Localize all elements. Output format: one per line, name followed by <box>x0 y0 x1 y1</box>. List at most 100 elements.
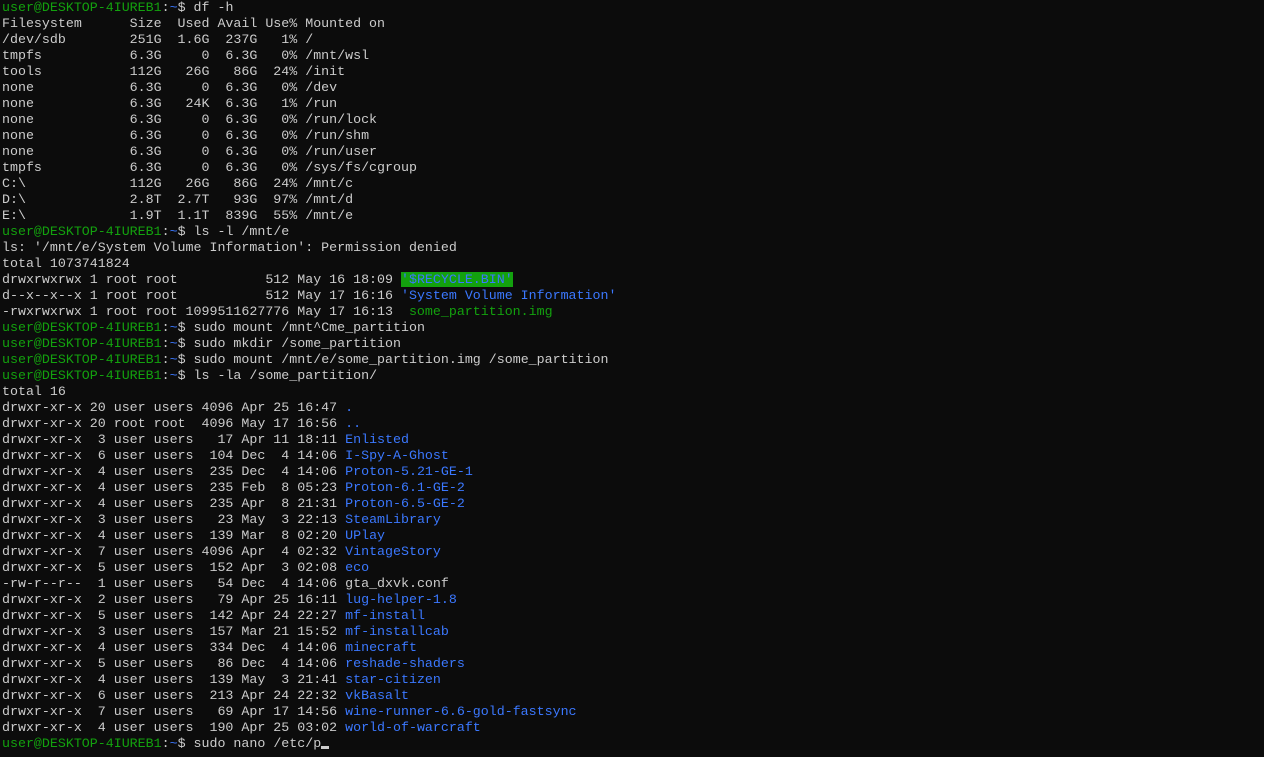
ls-entry: drwxr-xr-x 6 user users 104 Dec 4 14:06 … <box>2 448 1262 464</box>
prompt-user-host: user@DESKTOP-4IUREB1 <box>2 224 162 239</box>
output-text: none 6.3G 24K 6.3G 1% /run <box>2 96 338 111</box>
command-text: sudo mkdir /some_partition <box>193 336 401 351</box>
entry-metadata: drwxr-xr-x 5 user users 152 Apr 3 02:08 <box>2 560 346 575</box>
ls-entry: drwxr-xr-x 4 user users 139 May 3 21:41 … <box>2 672 1262 688</box>
entry-name: Enlisted <box>345 432 409 447</box>
entry-metadata: drwxr-xr-x 5 user users 86 Dec 4 14:06 <box>2 656 346 671</box>
prompt-separator: : <box>161 320 170 335</box>
entry-metadata: drwxr-xr-x 2 user users 79 Apr 25 16:11 <box>2 592 346 607</box>
ls-entry: drwxr-xr-x 4 user users 235 Feb 8 05:23 … <box>2 480 1262 496</box>
entry-name: vkBasalt <box>345 688 409 703</box>
prompt-user-host: user@DESKTOP-4IUREB1 <box>2 320 162 335</box>
entry-name: star-citizen <box>345 672 441 687</box>
terminal-output[interactable]: user@DESKTOP-4IUREB1:~$ df -h Filesystem … <box>2 0 1262 757</box>
entry-metadata: drwxr-xr-x 20 user users 4096 Apr 25 16:… <box>2 400 346 415</box>
entry-metadata: drwxr-xr-x 4 user users 334 Dec 4 14:06 <box>2 640 346 655</box>
output-text: none 6.3G 0 6.3G 0% /dev <box>2 80 338 95</box>
output-line: none 6.3G 0 6.3G 0% /run/shm <box>2 128 1262 144</box>
text-cursor <box>321 746 330 749</box>
command-text: sudo mount /mnt/e/some_partition.img /so… <box>193 352 609 367</box>
prompt-symbol: $ <box>177 352 194 367</box>
entry-metadata: -rwxrwxrwx 1 root root 1099511627776 May… <box>2 304 409 319</box>
entry-metadata: drwxr-xr-x 20 root root 4096 May 17 16:5… <box>2 416 346 431</box>
entry-name: gta_dxvk.conf <box>345 576 449 591</box>
prompt-user-host: user@DESKTOP-4IUREB1 <box>2 0 162 15</box>
prompt-symbol: $ <box>177 736 194 751</box>
output-text: Filesystem Size Used Avail Use% Mounted … <box>2 16 386 31</box>
prompt-path: ~ <box>169 368 178 383</box>
prompt-user-host: user@DESKTOP-4IUREB1 <box>2 336 162 351</box>
ls-entry: drwxr-xr-x 3 user users 17 Apr 11 18:11 … <box>2 432 1262 448</box>
command-text[interactable]: sudo nano /etc/p <box>194 736 322 751</box>
entry-name: Proton-6.1-GE-2 <box>345 480 465 495</box>
output-line: tools 112G 26G 86G 24% /init <box>2 64 1262 80</box>
entry-name: SteamLibrary <box>345 512 441 527</box>
ls-entry: drwxr-xr-x 4 user users 235 Apr 8 21:31 … <box>2 496 1262 512</box>
ls-entry: drwxr-xr-x 4 user users 139 Mar 8 02:20 … <box>2 528 1262 544</box>
prompt-user-host: user@DESKTOP-4IUREB1 <box>2 368 162 383</box>
entry-metadata: drwxr-xr-x 4 user users 235 Dec 4 14:06 <box>2 464 346 479</box>
command-text: ls -la /some_partition/ <box>193 368 378 383</box>
entry-name: .. <box>345 416 362 431</box>
ls-entry: drwxr-xr-x 7 user users 69 Apr 17 14:56 … <box>2 704 1262 720</box>
output-text: C:\ 112G 26G 86G 24% /mnt/c <box>2 176 354 191</box>
command-line: user@DESKTOP-4IUREB1:~$ sudo mount /mnt^… <box>2 320 1262 336</box>
output-line: E:\ 1.9T 1.1T 839G 55% /mnt/e <box>2 208 1262 224</box>
prompt-symbol: $ <box>177 0 194 15</box>
entry-name: mf-installcab <box>345 624 449 639</box>
prompt-symbol: $ <box>177 224 194 239</box>
entry-metadata: drwxr-xr-x 6 user users 104 Dec 4 14:06 <box>2 448 346 463</box>
ls-entry: drwxr-xr-x 7 user users 4096 Apr 4 02:32… <box>2 544 1262 560</box>
output-line: /dev/sdb 251G 1.6G 237G 1% / <box>2 32 1262 48</box>
entry-name: UPlay <box>345 528 386 543</box>
ls-entry: -rwxrwxrwx 1 root root 1099511627776 May… <box>2 304 1262 320</box>
command-line: user@DESKTOP-4IUREB1:~$ sudo mount /mnt/… <box>2 352 1262 368</box>
entry-name: I-Spy-A-Ghost <box>345 448 449 463</box>
entry-metadata: drwxr-xr-x 4 user users 190 Apr 25 03:02 <box>2 720 346 735</box>
ls-entry: drwxr-xr-x 20 root root 4096 May 17 16:5… <box>2 416 1262 432</box>
ls-entry: drwxr-xr-x 2 user users 79 Apr 25 16:11 … <box>2 592 1262 608</box>
prompt-separator: : <box>161 336 170 351</box>
command-line: user@DESKTOP-4IUREB1:~$ ls -l /mnt/e <box>2 224 1262 240</box>
entry-name: VintageStory <box>345 544 441 559</box>
prompt-user-host: user@DESKTOP-4IUREB1 <box>2 736 162 751</box>
output-text: ls: '/mnt/e/System Volume Information': … <box>2 240 457 255</box>
output-line: none 6.3G 24K 6.3G 1% /run <box>2 96 1262 112</box>
output-line: D:\ 2.8T 2.7T 93G 97% /mnt/d <box>2 192 1262 208</box>
entry-name: mf-install <box>345 608 425 623</box>
entry-name: eco <box>345 560 370 575</box>
prompt-path: ~ <box>169 224 178 239</box>
entry-name: . <box>345 400 354 415</box>
output-line: tmpfs 6.3G 0 6.3G 0% /mnt/wsl <box>2 48 1262 64</box>
entry-metadata: drwxr-xr-x 3 user users 17 Apr 11 18:11 <box>2 432 346 447</box>
entry-name: reshade-shaders <box>345 656 465 671</box>
output-line: total 1073741824 <box>2 256 1262 272</box>
entry-metadata: drwxrwxrwx 1 root root 512 May 16 18:09 <box>2 272 401 287</box>
prompt-separator: : <box>161 0 170 15</box>
prompt-separator: : <box>161 736 170 751</box>
entry-metadata: drwxr-xr-x 7 user users 69 Apr 17 14:56 <box>2 704 346 719</box>
prompt-path: ~ <box>169 336 178 351</box>
output-line: Filesystem Size Used Avail Use% Mounted … <box>2 16 1262 32</box>
output-text: tmpfs 6.3G 0 6.3G 0% /mnt/wsl <box>2 48 370 63</box>
output-line: ls: '/mnt/e/System Volume Information': … <box>2 240 1262 256</box>
entry-metadata: drwxr-xr-x 3 user users 23 May 3 22:13 <box>2 512 346 527</box>
output-text: none 6.3G 0 6.3G 0% /run/shm <box>2 128 370 143</box>
command-text: sudo mount /mnt^Cme_partition <box>193 320 425 335</box>
ls-entry: drwxr-xr-x 4 user users 235 Dec 4 14:06 … <box>2 464 1262 480</box>
ls-entry: drwxr-xr-x 4 user users 190 Apr 25 03:02… <box>2 720 1262 736</box>
ls-entry: drwxr-xr-x 4 user users 334 Dec 4 14:06 … <box>2 640 1262 656</box>
entry-metadata: drwxr-xr-x 7 user users 4096 Apr 4 02:32 <box>2 544 346 559</box>
command-line: user@DESKTOP-4IUREB1:~$ df -h <box>2 0 1262 16</box>
ls-entry: drwxr-xr-x 6 user users 213 Apr 24 22:32… <box>2 688 1262 704</box>
output-line: none 6.3G 0 6.3G 0% /run/lock <box>2 112 1262 128</box>
output-text: E:\ 1.9T 1.1T 839G 55% /mnt/e <box>2 208 354 223</box>
ls-entry: drwxr-xr-x 5 user users 152 Apr 3 02:08 … <box>2 560 1262 576</box>
entry-name: world-of-warcraft <box>345 720 481 735</box>
ls-entry: drwxr-xr-x 5 user users 86 Dec 4 14:06 r… <box>2 656 1262 672</box>
prompt-path: ~ <box>169 736 178 751</box>
output-line: tmpfs 6.3G 0 6.3G 0% /sys/fs/cgroup <box>2 160 1262 176</box>
output-text: D:\ 2.8T 2.7T 93G 97% /mnt/d <box>2 192 354 207</box>
entry-name: Proton-6.5-GE-2 <box>345 496 465 511</box>
entry-name: wine-runner-6.6-gold-fastsync <box>345 704 577 719</box>
